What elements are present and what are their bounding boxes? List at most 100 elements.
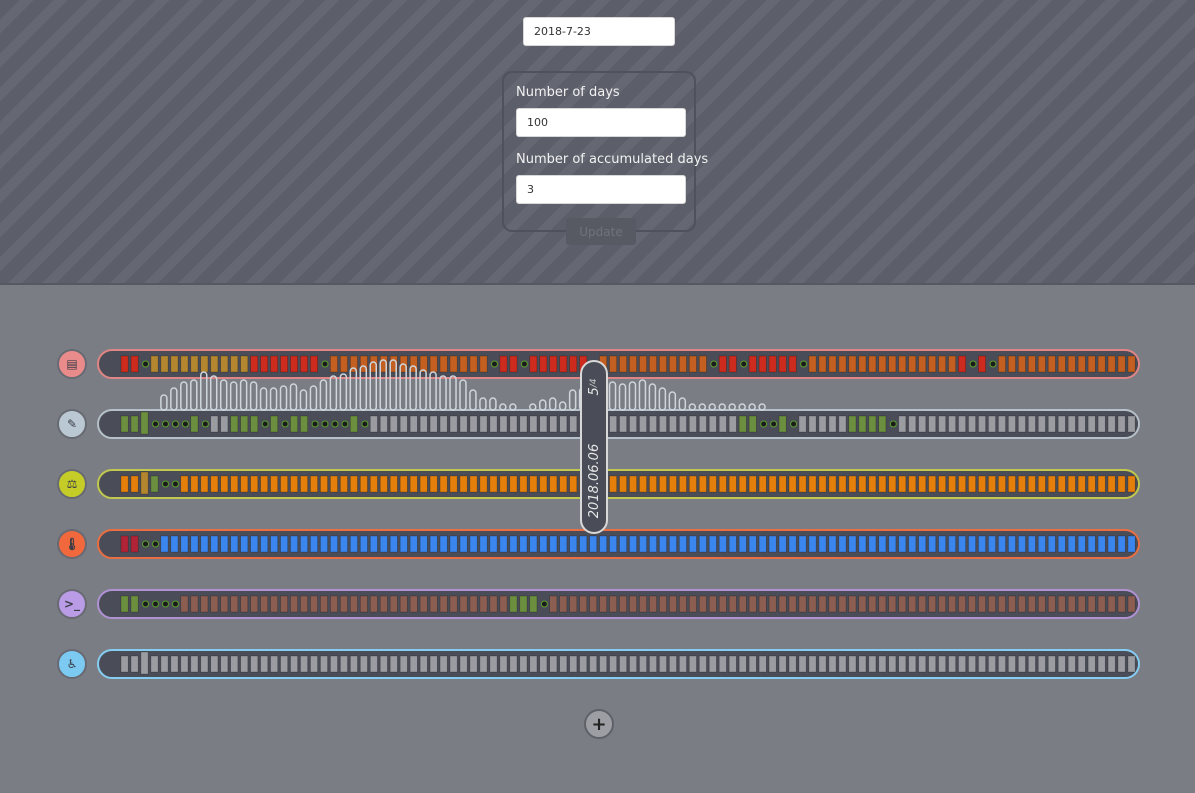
day-cell[interactable] — [848, 415, 857, 433]
day-cell[interactable] — [509, 655, 518, 673]
day-cell[interactable] — [330, 355, 338, 373]
day-cell[interactable] — [499, 355, 508, 373]
day-cell[interactable] — [828, 655, 837, 673]
day-cell[interactable] — [718, 415, 727, 433]
day-cell[interactable] — [649, 595, 657, 613]
day-cell[interactable] — [748, 595, 757, 613]
day-cell[interactable] — [509, 355, 518, 373]
day-cell[interactable] — [708, 475, 717, 493]
day-cell[interactable] — [828, 475, 837, 493]
day-cell[interactable] — [948, 355, 957, 373]
day-cell[interactable] — [549, 655, 558, 673]
day-cell[interactable] — [369, 655, 378, 673]
day-cell[interactable] — [280, 535, 289, 553]
day-cell[interactable] — [758, 535, 767, 553]
day-cell[interactable] — [888, 475, 897, 493]
day-cell[interactable] — [1127, 655, 1136, 673]
day-cell[interactable] — [230, 475, 239, 493]
day-cell[interactable] — [948, 535, 957, 553]
day-cell[interactable] — [559, 595, 568, 613]
track-bar-thermometer[interactable] — [97, 529, 1140, 559]
day-cell[interactable] — [748, 475, 757, 493]
day-cell[interactable] — [728, 655, 737, 673]
day-cell[interactable] — [619, 355, 627, 373]
day-cell[interactable] — [220, 355, 229, 373]
day-cell[interactable] — [988, 655, 996, 673]
day-cell[interactable] — [838, 475, 847, 493]
track-bar-accessibility[interactable] — [97, 649, 1140, 679]
day-cell[interactable] — [230, 355, 239, 373]
day-cell[interactable] — [649, 535, 657, 553]
day-cell[interactable] — [409, 655, 418, 673]
day-cell[interactable] — [140, 411, 149, 435]
day-cell[interactable] — [1037, 415, 1046, 433]
day-cell[interactable] — [1017, 355, 1026, 373]
day-cell[interactable] — [898, 655, 907, 673]
day-cell[interactable] — [599, 655, 608, 673]
day-cell[interactable] — [270, 595, 279, 613]
day-dot[interactable] — [161, 600, 169, 608]
day-cell[interactable] — [798, 595, 807, 613]
day-cell[interactable] — [310, 355, 318, 373]
day-cell[interactable] — [1107, 355, 1116, 373]
day-cell[interactable] — [838, 415, 847, 433]
accumulated-days-input[interactable] — [516, 175, 686, 204]
day-cell[interactable] — [619, 595, 627, 613]
day-cell[interactable] — [968, 655, 976, 673]
day-cell[interactable] — [629, 535, 637, 553]
day-cell[interactable] — [559, 535, 568, 553]
day-cell[interactable] — [908, 475, 917, 493]
day-cell[interactable] — [250, 355, 259, 373]
day-cell[interactable] — [549, 475, 558, 493]
day-cell[interactable] — [290, 475, 298, 493]
day-cell[interactable] — [788, 535, 797, 553]
day-cell[interactable] — [948, 415, 957, 433]
day-cell[interactable] — [858, 475, 867, 493]
day-cell[interactable] — [250, 415, 259, 433]
day-cell[interactable] — [1057, 415, 1066, 433]
day-dot[interactable] — [181, 420, 189, 428]
day-cell[interactable] — [210, 655, 219, 673]
day-cell[interactable] — [409, 535, 418, 553]
day-cell[interactable] — [240, 655, 249, 673]
day-cell[interactable] — [688, 355, 697, 373]
day-cell[interactable] — [639, 475, 647, 493]
day-cell[interactable] — [399, 355, 408, 373]
day-cell[interactable] — [1017, 415, 1026, 433]
day-cell[interactable] — [529, 475, 538, 493]
day-cell[interactable] — [509, 595, 518, 613]
day-cell[interactable] — [1117, 655, 1126, 673]
day-cell[interactable] — [130, 595, 139, 613]
day-cell[interactable] — [529, 355, 538, 373]
day-cell[interactable] — [459, 655, 468, 673]
day-cell[interactable] — [958, 595, 966, 613]
day-cell[interactable] — [1087, 595, 1096, 613]
day-cell[interactable] — [958, 355, 966, 373]
day-cell[interactable] — [639, 655, 647, 673]
day-cell[interactable] — [908, 595, 917, 613]
day-cell[interactable] — [928, 475, 937, 493]
day-cell[interactable] — [818, 415, 827, 433]
day-cell[interactable] — [708, 595, 717, 613]
day-dot[interactable] — [800, 360, 808, 368]
day-cell[interactable] — [509, 535, 518, 553]
day-cell[interactable] — [150, 655, 159, 673]
day-cell[interactable] — [978, 535, 986, 553]
track-bar-terminal[interactable] — [97, 589, 1140, 619]
day-cell[interactable] — [200, 355, 209, 373]
day-cell[interactable] — [419, 355, 428, 373]
day-cell[interactable] — [369, 595, 378, 613]
day-cell[interactable] — [359, 475, 368, 493]
day-cell[interactable] — [848, 475, 857, 493]
day-cell[interactable] — [479, 415, 488, 433]
day-cell[interactable] — [399, 535, 408, 553]
day-cell[interactable] — [549, 595, 558, 613]
day-cell[interactable] — [888, 535, 897, 553]
day-cell[interactable] — [649, 655, 657, 673]
day-cell[interactable] — [1107, 535, 1116, 553]
day-cell[interactable] — [1047, 475, 1056, 493]
day-dot[interactable] — [152, 420, 160, 428]
day-cell[interactable] — [738, 415, 747, 433]
day-cell[interactable] — [1008, 475, 1016, 493]
day-cell[interactable] — [788, 475, 797, 493]
